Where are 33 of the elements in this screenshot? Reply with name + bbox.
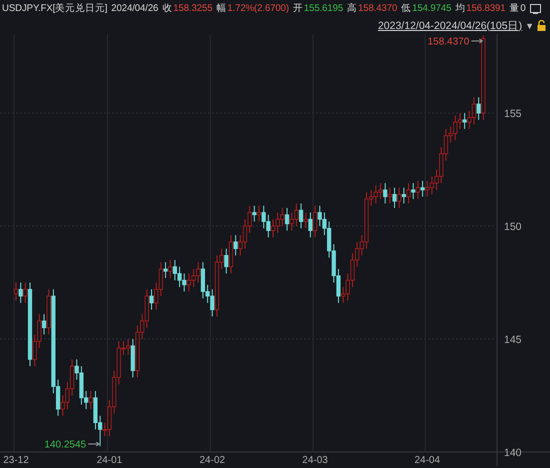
pointer-arrow [88, 442, 100, 446]
field-label: 幅 [216, 2, 226, 15]
symbol-title: USDJPY.FX[美元兑日元] [2, 2, 108, 15]
field-value: 154.9745 [412, 3, 452, 14]
field-label: 收 [162, 2, 172, 15]
date-axis-label: 23-12 [3, 455, 29, 466]
date-axis-label: 24-03 [302, 455, 328, 466]
field-value: 1.72%(2.6700) [227, 3, 289, 14]
field-label: 开 [292, 2, 303, 15]
pointer-arrow [470, 38, 484, 44]
field-label: 量 [509, 2, 520, 15]
lock-icon[interactable] [537, 20, 546, 31]
price-axis-label: 140 [504, 447, 522, 459]
field-label: 均 [455, 2, 466, 15]
extreme-value-label: 140.2545 [44, 440, 86, 450]
price-axis-label: 150 [504, 221, 522, 234]
price-axis-label: 145 [504, 334, 522, 346]
quote-date: 2024/04/26 [111, 3, 158, 14]
date-axis-label: 24-04 [414, 455, 440, 466]
date-axis-label: 24-02 [200, 455, 226, 466]
field-label: 低 [401, 2, 412, 15]
extreme-value-label: 158.4370 [428, 36, 470, 48]
field-label: 高 [347, 2, 358, 15]
date-axis-label: 24-01 [96, 455, 122, 466]
window-icon[interactable] [530, 4, 541, 14]
field-value: 158.3255 [173, 3, 212, 14]
field-value: 0 [520, 3, 526, 14]
price-axis-label: 155 [504, 108, 522, 120]
field-value: 155.6195 [304, 3, 344, 14]
date-range-link[interactable]: 2023/12/04-2024/04/26(105日) [378, 18, 522, 32]
dropdown-caret[interactable]: ▼ [525, 20, 534, 30]
field-value: 158.4370 [358, 3, 398, 14]
field-value: 156.8391 [466, 3, 506, 14]
